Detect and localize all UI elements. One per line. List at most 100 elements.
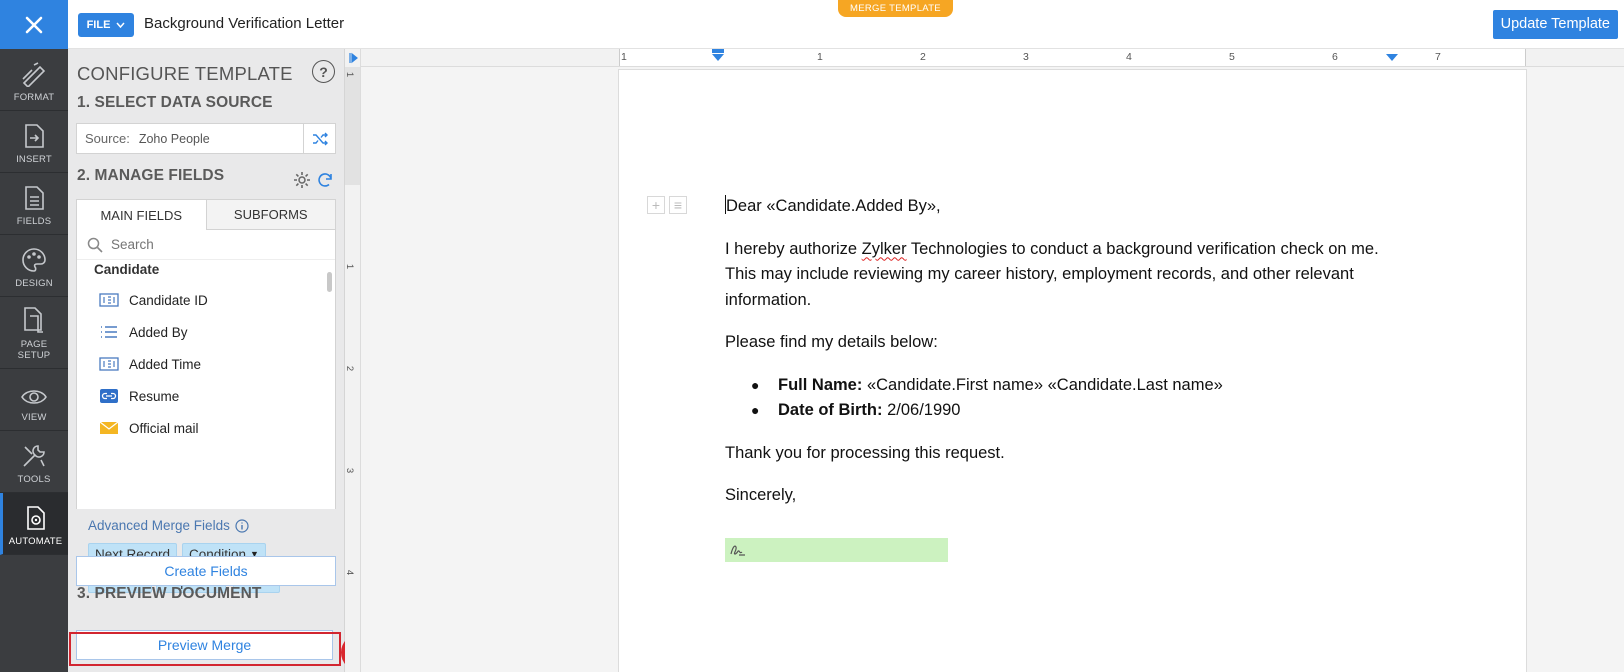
rail-format-label: FORMAT <box>13 92 55 103</box>
field-added-time[interactable]: Added Time <box>77 348 327 380</box>
advanced-merge-label: Advanced Merge Fields <box>88 518 249 533</box>
fields-box: MAIN FIELDS SUBFORMS Candidate Candidate… <box>76 199 336 511</box>
greeting-paragraph: Dear «Candidate.Added By», <box>725 194 1405 220</box>
configure-template-panel: CONFIGURE TEMPLATE ? 1. SELECT DATA SOUR… <box>68 49 345 672</box>
rail-design[interactable]: DESIGN <box>0 235 68 297</box>
left-toolbar: FORMAT INSERT FIELDS DESIGN PAGE SETUP V… <box>0 0 68 672</box>
field-added-by[interactable]: Added By <box>77 316 327 348</box>
ruler-number: 1 <box>621 51 627 63</box>
file-label: FILE <box>86 19 111 31</box>
scrollbar[interactable] <box>327 272 332 292</box>
vertical-ruler: 1 1 2 3 4 <box>344 49 361 672</box>
eye-icon <box>21 390 47 404</box>
ruler-number: 1 <box>817 51 823 63</box>
field-list: Candidate ID Added By Added Time Resume … <box>77 284 327 444</box>
ruler-number: 3 <box>344 467 356 474</box>
ruler-number: 3 <box>1023 51 1029 63</box>
rail-tools-label: TOOLS <box>17 474 51 485</box>
file-menu-button[interactable]: FILE <box>78 13 134 37</box>
palette-icon <box>22 248 46 272</box>
id-field-icon <box>99 292 119 308</box>
id-field-icon <box>99 356 119 372</box>
document-page[interactable]: + ≡ Dear «Candidate.Added By», I hereby … <box>618 69 1527 672</box>
tools-icon <box>23 445 45 467</box>
rail-tools[interactable]: TOOLS <box>0 431 68 493</box>
field-label: Candidate ID <box>129 292 208 308</box>
authorization-paragraph: I hereby authorize Zylker Technologies t… <box>725 237 1405 314</box>
misspelled-word[interactable]: Zylker <box>862 240 907 258</box>
document-body[interactable]: Dear «Candidate.Added By», I hereby auth… <box>725 194 1405 526</box>
rail-design-label: DESIGN <box>15 278 53 289</box>
merge-template-badge: MERGE TEMPLATE <box>838 0 953 17</box>
search-input[interactable] <box>111 237 311 252</box>
rail-fields[interactable]: FIELDS <box>0 173 68 235</box>
field-official-mail[interactable]: Official mail <box>77 412 327 444</box>
rail-automate[interactable]: AUTOMATE <box>0 493 68 555</box>
step2-heading: 2. MANAGE FIELDS <box>77 167 225 184</box>
change-source-button[interactable] <box>303 124 335 153</box>
rail-insert[interactable]: INSERT <box>0 111 68 173</box>
field-resume[interactable]: Resume <box>77 380 327 412</box>
ruler-number: 1 <box>344 71 356 78</box>
source-value: Zoho People <box>138 131 210 146</box>
chevron-down-icon <box>116 22 125 28</box>
rail-fields-label: FIELDS <box>16 216 52 227</box>
create-fields-button[interactable]: Create Fields <box>76 556 336 586</box>
tab-main-fields[interactable]: MAIN FIELDS <box>77 200 206 230</box>
ruler-number: 4 <box>344 569 356 576</box>
horizontal-ruler: 1 1 2 3 4 5 6 7 <box>361 49 1624 67</box>
step3-heading: 3. PREVIEW DOCUMENT <box>77 585 262 602</box>
list-field-icon <box>99 324 119 340</box>
tab-subforms[interactable]: SUBFORMS <box>205 200 335 230</box>
info-icon[interactable] <box>235 518 249 533</box>
sign-off: Sincerely, <box>725 486 797 504</box>
close-icon <box>25 16 43 33</box>
dob-label: Date of Birth: <box>778 401 883 419</box>
ruler-margin-shade <box>345 67 360 185</box>
dob-value: 2/06/1990 <box>882 401 961 419</box>
ruler-number: 5 <box>1229 51 1235 63</box>
ruler-number: 2 <box>344 365 356 372</box>
help-icon[interactable]: ? <box>312 60 335 83</box>
ruler-number: 1 <box>344 263 356 270</box>
automate-icon <box>26 506 45 530</box>
rail-format[interactable]: FORMAT <box>0 49 68 111</box>
document-title[interactable]: Background Verification Letter <box>144 15 344 32</box>
signature-icon <box>730 545 745 556</box>
data-source-selector[interactable]: Source: Zoho People <box>76 123 336 154</box>
greeting-text: Dear «Candidate.Added By», <box>726 197 941 215</box>
full-name-label: Full Name: <box>778 375 863 394</box>
refresh-icon[interactable] <box>316 171 334 194</box>
update-template-button[interactable]: Update Template <box>1492 10 1618 39</box>
paragraph-options-icon[interactable]: ≡ <box>669 196 687 214</box>
details-list: Full Name: «Candidate.First name» «Candi… <box>725 373 1405 424</box>
field-candidate-id[interactable]: Candidate ID <box>77 284 327 316</box>
thanks-paragraph: Thank you for processing this request. <box>725 443 1005 462</box>
ruler-toggle-icon <box>349 52 358 64</box>
add-block-icon[interactable]: + <box>647 196 665 214</box>
top-bar: FILE Background Verification Letter MERG… <box>68 0 1624 49</box>
close-button[interactable] <box>0 0 68 49</box>
rail-page-setup[interactable]: PAGE SETUP <box>0 297 68 369</box>
field-search <box>77 230 335 260</box>
list-item: Date of Birth: 2/06/1990 <box>751 398 1405 424</box>
ruler-number: 6 <box>1332 51 1338 63</box>
list-item: Full Name: «Candidate.First name» «Candi… <box>751 373 1405 399</box>
rail-automate-label: AUTOMATE <box>8 536 63 547</box>
ruler-number: 2 <box>920 51 926 63</box>
ruler-toggle-button[interactable] <box>349 51 359 69</box>
p1-text: I hereby authorize <box>725 239 862 258</box>
rail-view[interactable]: VIEW <box>0 369 68 431</box>
gear-icon[interactable] <box>293 171 311 194</box>
field-label: Added By <box>129 324 188 340</box>
preview-merge-highlight <box>69 632 341 666</box>
left-indent-marker-icon[interactable] <box>711 49 725 63</box>
right-indent-marker-icon[interactable] <box>1385 53 1399 63</box>
shuffle-icon <box>312 132 328 145</box>
signature-field[interactable] <box>725 538 948 562</box>
ruler-number: 4 <box>1126 51 1132 63</box>
full-name-value: «Candidate.First name» «Candidate.Last n… <box>862 375 1223 394</box>
field-group-label: Candidate <box>94 262 160 277</box>
field-label: Added Time <box>129 356 202 372</box>
paragraph-tools: + ≡ <box>647 196 687 214</box>
